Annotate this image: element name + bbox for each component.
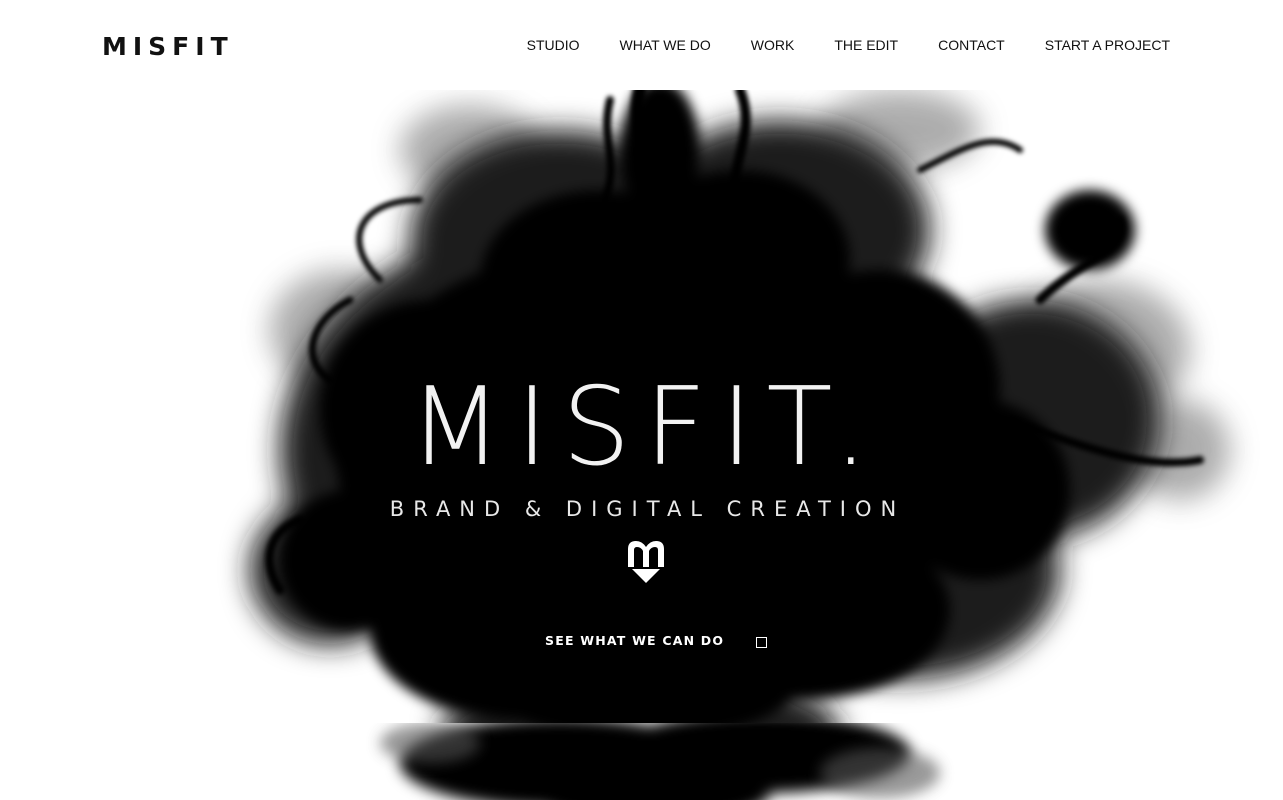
- site-logo[interactable]: MISFIT: [102, 31, 234, 63]
- ink-cloud-lower-image: [380, 723, 940, 800]
- see-what-we-can-do-button[interactable]: SEE WHAT WE CAN DO: [545, 631, 768, 651]
- main-nav: STUDIO WHAT WE DO WORK THE EDIT CONTACT …: [527, 36, 1170, 54]
- nav-item-what-we-do[interactable]: WHAT WE DO: [620, 36, 711, 54]
- next-section-preview: [0, 723, 1283, 800]
- square-outline-icon: [756, 636, 768, 648]
- nav-item-work[interactable]: WORK: [751, 36, 795, 54]
- nav-item-contact[interactable]: CONTACT: [938, 36, 1005, 54]
- nav-item-the-edit[interactable]: THE EDIT: [834, 36, 898, 54]
- hero-tagline: BRAND & DIGITAL CREATION: [389, 497, 906, 521]
- hero-section: MISFIT. BRAND & DIGITAL CREATION SEE WHA…: [0, 90, 1283, 723]
- nav-item-start-a-project[interactable]: START A PROJECT: [1045, 36, 1170, 54]
- site-header: MISFIT STUDIO WHAT WE DO WORK THE EDIT C…: [0, 0, 1198, 90]
- hero-title: MISFIT.: [408, 365, 883, 490]
- misfit-m-arrow-icon: [628, 541, 664, 583]
- cta-label: SEE WHAT WE CAN DO: [545, 633, 725, 648]
- page: MISFIT STUDIO WHAT WE DO WORK THE EDIT C…: [0, 0, 1283, 800]
- nav-item-studio[interactable]: STUDIO: [527, 36, 580, 54]
